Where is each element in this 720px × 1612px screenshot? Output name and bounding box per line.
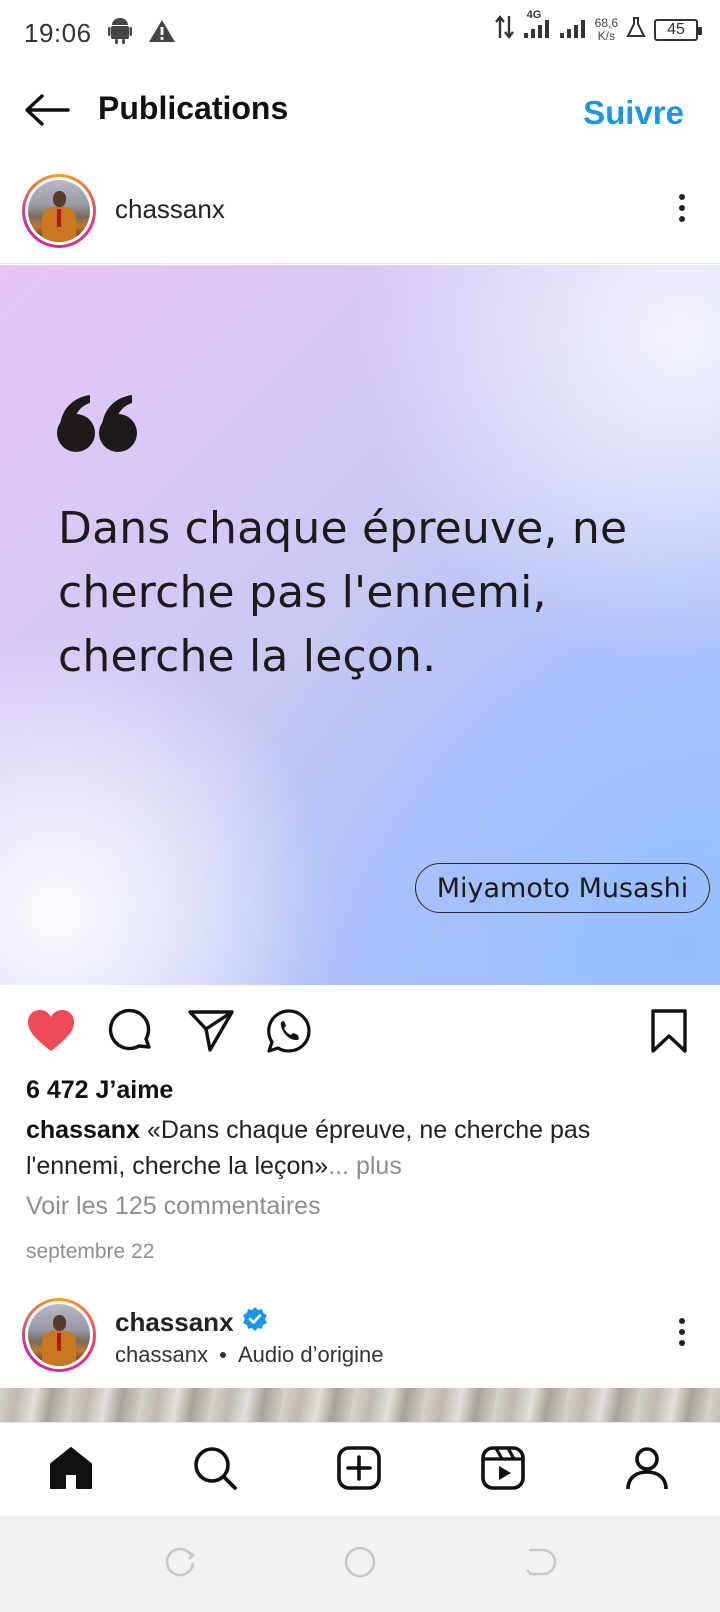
bookmark-icon [650,1008,688,1058]
data-transfer-icon [494,14,515,45]
post-caption: chassanx «Dans chaque épreuve, ne cherch… [26,1112,686,1184]
divider [0,263,720,264]
view-comments-link[interactable]: Voir les 125 commentaires [26,1192,321,1221]
profile-icon [624,1445,670,1496]
post-date: septembre 22 [26,1240,155,1263]
home-circle-icon [343,1545,377,1584]
separator-dot [219,1352,226,1358]
comment-button[interactable] [106,1008,156,1058]
quote-text: Dans chaque épreuve, ne cherche pas l'en… [58,497,678,689]
bottom-nav [0,1422,720,1516]
send-icon [188,1009,234,1058]
quote-line: cherche pas l'ennemi, [58,567,547,618]
nav-search[interactable] [190,1445,240,1495]
quote-mark-icon [56,393,140,460]
caption-username[interactable]: chassanx [26,1116,140,1144]
quote-line: cherche la leçon. [58,631,437,682]
share-button[interactable] [186,1008,236,1058]
whatsapp-icon [266,1008,312,1059]
more-options-button[interactable] [672,1312,692,1352]
flask-icon [626,16,646,43]
avatar[interactable] [22,1298,96,1372]
post-author-name[interactable]: chassanx [115,194,225,225]
next-post-author-name[interactable]: chassanx [115,1307,234,1338]
status-time: 19:06 [24,17,92,48]
quote-author-pill: Miyamoto Musashi [415,863,710,913]
post-actions [0,1000,720,1066]
create-icon [336,1445,382,1496]
next-post-image[interactable] [0,1388,720,1422]
battery-icon: 45 [654,18,702,41]
more-options-button[interactable] [672,188,692,228]
post-image[interactable]: Dans chaque épreuve, ne cherche pas l'en… [0,265,720,985]
back-button[interactable] [24,90,72,134]
save-button[interactable] [644,1008,694,1058]
system-nav-bar [0,1516,720,1612]
signal-4g-icon: 4G [523,9,551,44]
follow-button[interactable]: Suivre [583,94,684,132]
comment-icon [108,1008,154,1059]
nav-profile[interactable] [622,1445,672,1495]
quote-line: Dans chaque épreuve, ne [58,503,628,554]
avatar[interactable] [22,174,96,248]
arrow-left-icon [24,93,70,132]
status-bar: 19:06 4G 68,6 K/s 45 [0,0,720,66]
next-post-header: chassanx chassanx Audio d’origine [0,1298,720,1388]
nav-home[interactable] [46,1445,96,1495]
recent-apps-icon [163,1545,197,1584]
nav-create[interactable] [334,1445,384,1495]
like-count[interactable]: 6 472 J’aime [26,1076,173,1105]
nav-reels[interactable] [478,1445,528,1495]
audio-label[interactable]: Audio d’origine [238,1342,384,1368]
next-post-subuser[interactable]: chassanx [115,1342,208,1368]
recent-apps-button[interactable] [162,1546,198,1582]
like-button[interactable] [26,1008,76,1058]
search-icon [192,1445,238,1496]
heart-icon [27,1009,75,1058]
signal-icon [559,15,587,44]
android-icon [107,17,132,49]
page-title: Publications [98,90,289,126]
warning-icon [148,19,176,48]
whatsapp-share-button[interactable] [264,1008,314,1058]
post-header: chassanx [0,168,720,260]
home-icon [48,1446,94,1495]
back-system-icon [523,1545,557,1584]
verified-badge-icon [242,1306,268,1339]
top-bar: Publications Suivre [0,72,720,152]
home-system-button[interactable] [342,1546,378,1582]
reels-icon [480,1445,526,1496]
back-system-button[interactable] [522,1546,558,1582]
caption-more-link[interactable]: ... plus [328,1152,402,1180]
network-speed: 68,6 K/s [594,15,618,43]
